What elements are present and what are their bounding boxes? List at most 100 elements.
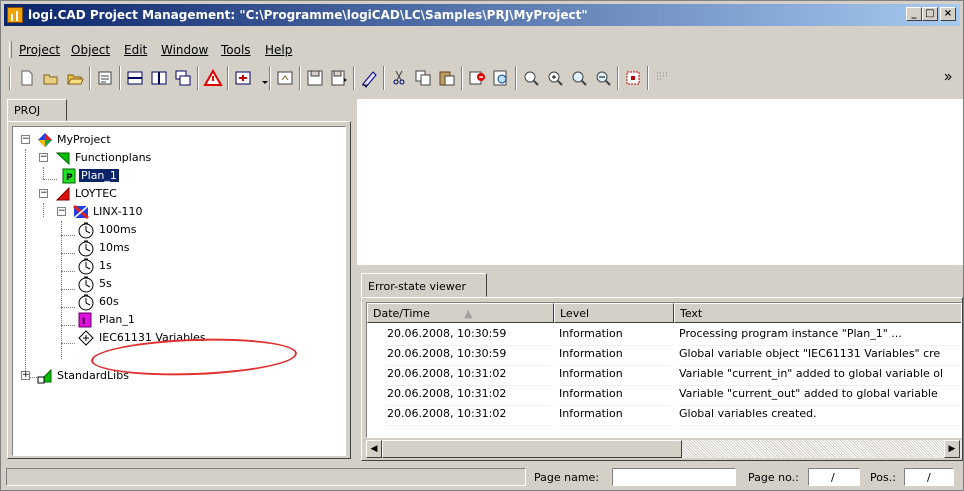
delete-icon[interactable] xyxy=(467,68,487,88)
tree-item-label: 100ms xyxy=(99,223,137,236)
collapse-icon[interactable]: − xyxy=(39,153,48,162)
toolbar-separator xyxy=(515,66,517,90)
logicad-app-icon[interactable] xyxy=(7,7,23,23)
menu-edit-label: Edit xyxy=(124,43,148,57)
expand-icon[interactable]: + xyxy=(21,371,30,380)
menu-project-label: Project xyxy=(19,43,61,57)
table-cell-datetime[interactable]: 20.06.2008, 10:30:59 xyxy=(387,327,551,346)
application-window: logi.CAD Project Management: "C:\Program… xyxy=(0,0,964,491)
table-cell-text[interactable]: Global variable object "IEC61131 Variabl… xyxy=(679,347,961,366)
save-icon[interactable] xyxy=(305,68,325,88)
scroll-thumb[interactable] xyxy=(382,440,682,458)
table-cell-datetime[interactable]: 20.06.2008, 10:31:02 xyxy=(387,367,551,386)
split-horizontal-icon[interactable] xyxy=(125,68,145,88)
column-header-level[interactable]: Level xyxy=(554,303,674,323)
collapse-icon[interactable]: − xyxy=(57,207,66,216)
column-header-datetime[interactable]: Date/Time ▲ xyxy=(367,303,554,323)
compile-icon[interactable] xyxy=(359,68,379,88)
tree-item-label: LOYTEC xyxy=(75,187,117,200)
save-as-icon[interactable] xyxy=(329,68,349,88)
menu-object[interactable]: Object xyxy=(71,43,110,57)
tree-line xyxy=(61,221,62,359)
tab-error-state-viewer[interactable]: Error-state viewer xyxy=(361,273,487,297)
horizontal-scrollbar[interactable]: ◀ ▶ xyxy=(366,440,962,458)
menu-project[interactable]: Project xyxy=(19,43,60,57)
scroll-left-icon[interactable]: ◀ xyxy=(366,440,382,458)
more-icon[interactable] xyxy=(939,68,952,88)
toolbar-separator xyxy=(197,66,199,90)
title-bar[interactable]: logi.CAD Project Management: "C:\Program… xyxy=(4,4,960,26)
toolbar-separator xyxy=(647,66,649,90)
tab-proj[interactable]: PROJ xyxy=(7,99,67,121)
copy-icon[interactable] xyxy=(413,68,433,88)
menu-window-label: Window xyxy=(161,43,209,57)
properties-icon[interactable] xyxy=(95,68,115,88)
program-instance-icon: I xyxy=(78,312,92,328)
up-folder-icon[interactable] xyxy=(275,68,295,88)
search-prev-icon[interactable] xyxy=(593,68,613,88)
column-header-text[interactable]: Text xyxy=(674,303,961,323)
toolbar-separator xyxy=(269,66,271,90)
open-icon[interactable] xyxy=(41,68,61,88)
collapse-icon[interactable]: − xyxy=(21,135,30,144)
zoom-plus-icon[interactable] xyxy=(545,68,565,88)
timer-icon xyxy=(78,222,94,239)
paste-icon[interactable] xyxy=(437,68,457,88)
insert-dropdown-icon[interactable] xyxy=(255,68,268,88)
open-folder-icon[interactable] xyxy=(65,68,85,88)
error-table[interactable]: Date/Time ▲ Level Text 20.06.2008, 10:30… xyxy=(366,302,962,438)
table-cell-text[interactable]: Global variables created. xyxy=(679,407,961,426)
search-next-icon[interactable] xyxy=(569,68,589,88)
timer-icon xyxy=(78,258,94,275)
insert-icon[interactable] xyxy=(233,68,253,88)
toolbar-grip[interactable] xyxy=(9,66,11,90)
cut-icon[interactable] xyxy=(389,68,409,88)
new-icon[interactable] xyxy=(17,68,37,88)
tree-line xyxy=(61,253,75,254)
tree-line xyxy=(61,271,75,272)
pos-value: / xyxy=(927,471,931,484)
find-icon[interactable] xyxy=(491,68,511,88)
zoom-icon[interactable] xyxy=(521,68,541,88)
window-title: logi.CAD Project Management: "C:\Program… xyxy=(28,8,588,22)
toolbar-separator xyxy=(119,66,121,90)
table-cell-text[interactable]: Processing program instance "Plan_1" ... xyxy=(679,327,961,346)
maximize-button[interactable]: □ xyxy=(922,7,938,21)
page-name-label: Page name: xyxy=(534,471,600,484)
table-cell-datetime[interactable]: 20.06.2008, 10:31:02 xyxy=(387,387,551,406)
table-cell-level[interactable]: Information xyxy=(559,407,671,426)
toolbar-separator xyxy=(227,66,229,90)
split-vertical-icon[interactable] xyxy=(149,68,169,88)
select-icon[interactable] xyxy=(623,68,643,88)
project-tree[interactable]: − MyProject − Functionplans P Plan_1 − L… xyxy=(12,126,346,456)
menu-help[interactable]: Help xyxy=(265,43,292,57)
warning-icon[interactable] xyxy=(203,68,223,88)
table-cell-text[interactable]: Variable "current_in" added to global va… xyxy=(679,367,961,386)
cascade-icon[interactable] xyxy=(173,68,193,88)
minimize-button[interactable]: _ xyxy=(906,7,922,21)
timer-icon xyxy=(78,276,94,293)
table-cell-level[interactable]: Information xyxy=(559,387,671,406)
toolbar-separator xyxy=(89,66,91,90)
collapse-icon[interactable]: − xyxy=(39,189,48,198)
editor-area[interactable] xyxy=(357,99,963,265)
menu-tools[interactable]: Tools xyxy=(221,43,251,57)
menu-window[interactable]: Window xyxy=(161,43,208,57)
table-cell-level[interactable]: Information xyxy=(559,347,671,366)
menu-edit[interactable]: Edit xyxy=(124,43,147,57)
menubar-grip[interactable] xyxy=(9,41,12,58)
table-cell-level[interactable]: Information xyxy=(559,327,671,346)
grid-icon[interactable] xyxy=(653,68,673,88)
close-button[interactable]: × xyxy=(940,7,956,21)
toolbar-separator xyxy=(461,66,463,90)
table-cell-datetime[interactable]: 20.06.2008, 10:31:02 xyxy=(387,407,551,426)
project-icon xyxy=(38,133,52,147)
scroll-track[interactable] xyxy=(682,440,944,458)
table-cell-text[interactable]: Variable "current_out" added to global v… xyxy=(679,387,961,406)
table-cell-datetime[interactable]: 20.06.2008, 10:30:59 xyxy=(387,347,551,366)
toolbar-separator xyxy=(299,66,301,90)
table-cell-level[interactable]: Information xyxy=(559,367,671,386)
functionplans-icon xyxy=(55,152,70,166)
scroll-right-icon[interactable]: ▶ xyxy=(944,440,960,458)
tree-line xyxy=(61,325,75,326)
